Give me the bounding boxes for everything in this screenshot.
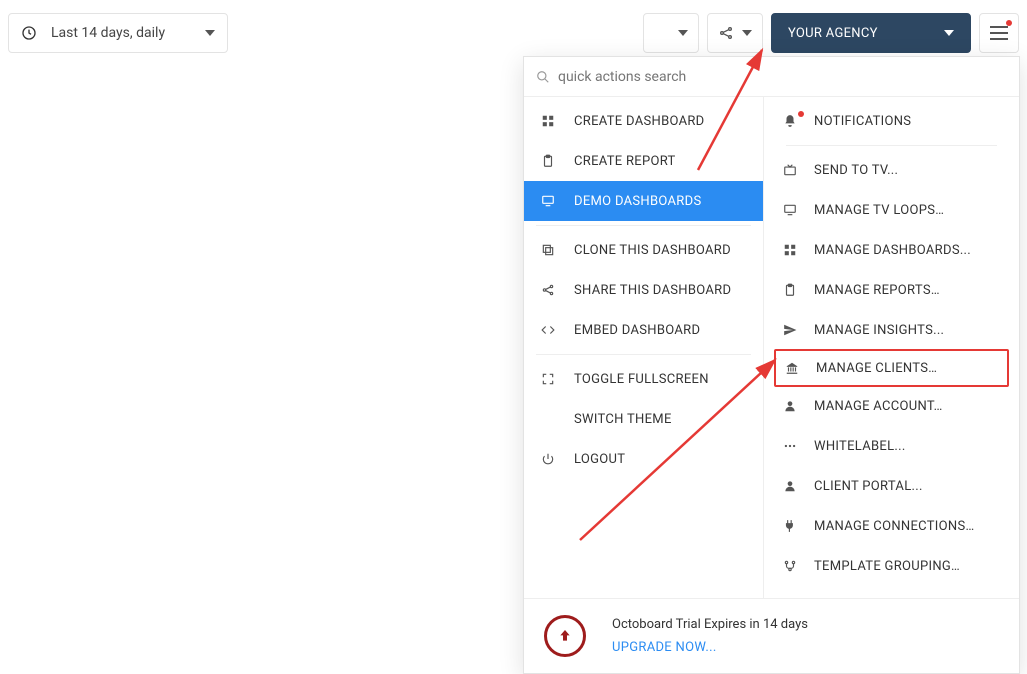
menu-item-demo-dashboards[interactable]: DEMO DASHBOARDS [524,181,763,221]
menu-item-label: NOTIFICATIONS [814,114,911,129]
menu-item-label: EMBED DASHBOARD [574,323,700,338]
grid-icon [538,114,558,128]
menu-item-send-to-tv[interactable]: SEND TO TV... [774,150,1009,190]
grid-icon [780,243,800,257]
menu-item-notifications[interactable]: NOTIFICATIONS [774,101,1009,141]
menu-item-label: LOGOUT [574,452,625,467]
menu-item-label: CREATE DASHBOARD [574,114,705,129]
menu-item-manage-insights[interactable]: MANAGE INSIGHTS... [774,310,1009,350]
menu-item-template-grouping[interactable]: TEMPLATE GROUPING… [774,546,1009,586]
trial-expiry-text: Octoboard Trial Expires in 14 days [612,617,808,632]
menu-item-label: MANAGE ACCOUNT… [814,399,943,414]
clipboard-icon [538,154,558,168]
menu-separator [536,354,751,355]
notification-dot-icon [1006,20,1012,26]
quick-actions-search-input[interactable] [558,69,1007,85]
menu-item-label: SHARE THIS DASHBOARD [574,283,731,298]
menu-item-label: MANAGE TV LOOPS… [814,203,944,218]
menu-item-share-this-dashboard[interactable]: SHARE THIS DASHBOARD [524,270,763,310]
theme-icon [538,412,558,426]
menu-item-label: MANAGE CONNECTIONS… [814,519,974,534]
menu-item-create-report[interactable]: CREATE REPORT [524,141,763,181]
theme-icon [654,25,670,41]
hamburger-menu-button[interactable] [979,13,1019,53]
dots-icon [780,439,800,453]
menu-item-label: DEMO DASHBOARDS [574,194,701,209]
notification-dot-icon [798,111,804,117]
menu-item-manage-clients[interactable]: MANAGE CLIENTS… [774,349,1009,387]
menu-item-create-dashboard[interactable]: CREATE DASHBOARD [524,101,763,141]
menu-item-manage-tv-loops[interactable]: MANAGE TV LOOPS… [774,190,1009,230]
menu-item-logout[interactable]: LOGOUT [524,439,763,479]
menu-item-manage-connections[interactable]: MANAGE CONNECTIONS… [774,506,1009,546]
date-range-label: Last 14 days, daily [51,25,165,41]
caret-down-icon [742,30,752,36]
date-range-button[interactable]: Last 14 days, daily [8,13,228,53]
menu-item-label: MANAGE REPORTS… [814,283,940,298]
menu-item-label: TEMPLATE GROUPING… [814,559,960,574]
top-toolbar: Last 14 days, daily YOUR AGENCY [8,13,1019,53]
menu-item-embed-dashboard[interactable]: EMBED DASHBOARD [524,310,763,350]
agency-label: YOUR AGENCY [788,26,878,41]
menu-separator [536,225,751,226]
menu-separator [786,145,997,146]
clock-icon [21,25,37,41]
copy-icon [538,243,558,257]
plug-icon [780,519,800,533]
agency-dropdown-button[interactable]: YOUR AGENCY [771,13,971,53]
monitor-icon [538,194,558,208]
menu-icon [990,26,1008,40]
user-icon [780,399,800,413]
menu-item-label: MANAGE CLIENTS… [816,361,937,376]
share-icon [718,25,734,41]
branch-icon [780,559,800,573]
upgrade-circle-icon [544,615,586,657]
menu-item-label: MANAGE DASHBOARDS... [814,243,971,258]
menu-right-column: NOTIFICATIONS SEND TO TV... MANAGE TV LOOP… [764,97,1019,598]
menu-left-column: CREATE DASHBOARD CREATE REPORT DEMO DASHBO… [524,97,764,598]
menu-item-clone-this-dashboard[interactable]: CLONE THIS DASHBOARD [524,230,763,270]
menu-item-manage-account[interactable]: MANAGE ACCOUNT… [774,386,1009,426]
search-icon [536,70,550,84]
menu-item-label: WHITELABEL... [814,439,906,454]
quick-actions-search-row [524,57,1019,97]
share-icon [538,283,558,297]
menu-item-toggle-fullscreen[interactable]: TOGGLE FULLSCREEN [524,359,763,399]
menu-footer: Octoboard Trial Expires in 14 days UPGRA… [524,598,1019,673]
tv-icon [780,163,800,177]
menu-item-label: TOGGLE FULLSCREEN [574,372,709,387]
bell-icon [780,114,800,128]
clipboard-icon [780,283,800,297]
menu-item-label: CLONE THIS DASHBOARD [574,243,731,258]
main-menu-panel: CREATE DASHBOARD CREATE REPORT DEMO DASHBO… [523,56,1020,674]
theme-picker-button[interactable] [643,13,699,53]
send-icon [780,323,800,337]
share-picker-button[interactable] [707,13,763,53]
upgrade-now-link[interactable]: UPGRADE NOW... [612,640,808,655]
power-icon [538,452,558,466]
user-icon [780,479,800,493]
menu-item-label: MANAGE INSIGHTS... [814,323,944,338]
menu-item-manage-dashboards[interactable]: MANAGE DASHBOARDS... [774,230,1009,270]
caret-down-icon [678,30,688,36]
monitor-icon [780,203,800,217]
menu-item-client-portal[interactable]: CLIENT PORTAL... [774,466,1009,506]
menu-item-label: CREATE REPORT [574,154,676,169]
caret-down-icon [944,30,954,36]
menu-item-manage-reports[interactable]: MANAGE REPORTS… [774,270,1009,310]
code-icon [538,323,558,337]
menu-item-switch-theme[interactable]: SWITCH THEME [524,399,763,439]
menu-item-label: SWITCH THEME [574,412,672,427]
menu-item-whitelabel[interactable]: WHITELABEL... [774,426,1009,466]
menu-item-label: SEND TO TV... [814,163,898,178]
bank-icon [782,361,802,375]
menu-item-label: CLIENT PORTAL... [814,479,923,494]
caret-down-icon [205,30,215,36]
fullscreen-icon [538,372,558,386]
